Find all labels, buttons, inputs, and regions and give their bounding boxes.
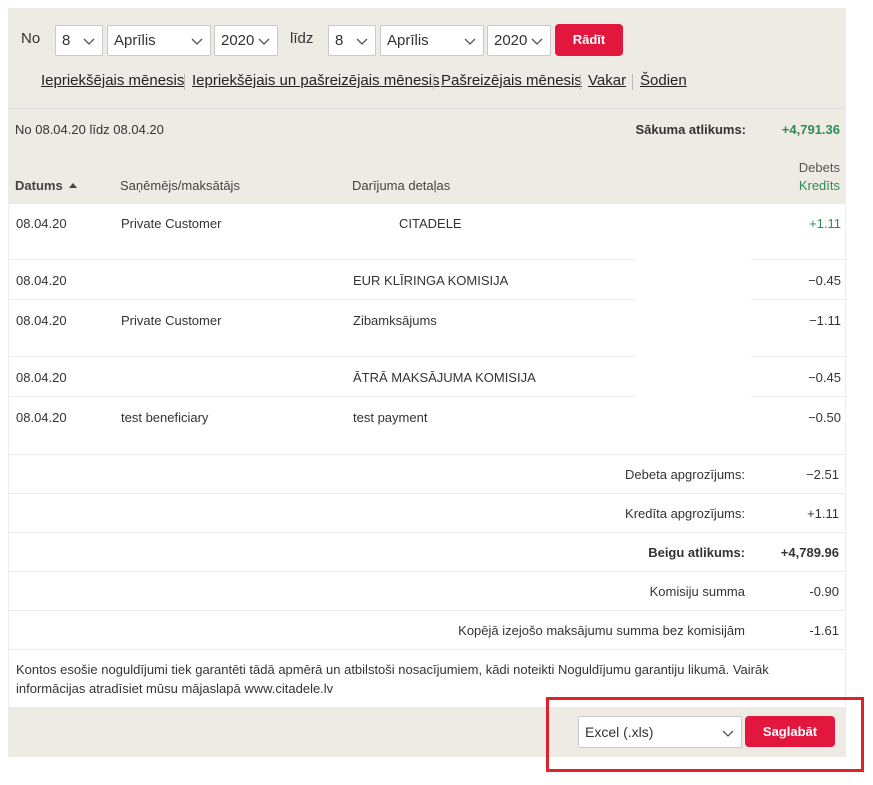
transaction-date: 08.04.20: [16, 216, 67, 231]
row-divider: [9, 299, 635, 300]
closing-balance-value: +4,789.96: [780, 545, 839, 560]
transaction-details: Zibamksājums: [353, 313, 437, 328]
transaction-details: ĀTRĀ MAKSĀJUMA KOMISIJA: [353, 370, 536, 385]
chevron-down-icon: [191, 38, 203, 45]
transactions-table: 08.04.20 Private Customer CITADELE +1.11…: [8, 204, 847, 454]
from-day-select[interactable]: 8: [55, 25, 103, 56]
details-column-header: Darījuma detaļas: [352, 178, 451, 193]
chevron-down-icon: [83, 38, 95, 45]
summary-row-credit-turnover: Kredīta apgrozījums: +1.11: [9, 493, 845, 532]
from-month-select[interactable]: Aprīlis: [107, 25, 211, 56]
quick-link-separator: [184, 74, 185, 90]
opening-balance-label: Sākuma atlikums:: [635, 122, 746, 137]
transaction-details: EUR KLĪRINGA KOMISIJA: [353, 273, 509, 288]
account-statement-panel: No 8 Aprīlis 2020 līdz 8 Aprīlis 2020 Rā…: [8, 8, 847, 757]
chevron-down-icon: [464, 38, 476, 45]
transaction-amount: −0.45: [808, 273, 841, 288]
transaction-amount: −0.45: [808, 370, 841, 385]
quick-link-current-month[interactable]: Pašreizējais mēnesis: [441, 72, 582, 89]
quick-link-separator: [580, 74, 581, 90]
quick-link-previous-and-current-month[interactable]: Iepriekšējais un pašreizējais mēnesis: [192, 72, 440, 89]
outgoing-total-label: Kopējā izejošo maksājumu summa bez komis…: [458, 623, 745, 638]
from-day-value: 8: [62, 32, 71, 49]
quick-link-separator: [433, 74, 434, 90]
to-day-value: 8: [335, 32, 344, 49]
quick-link-previous-month[interactable]: Iepriekšējais mēnesis: [41, 72, 184, 89]
closing-balance-label: Beigu atlikums:: [648, 545, 745, 560]
row-divider: [9, 356, 635, 357]
chevron-down-icon: [258, 38, 270, 45]
row-divider: [9, 259, 635, 260]
credit-turnover-value: +1.11: [807, 506, 839, 521]
to-year-select[interactable]: 2020: [487, 25, 551, 56]
to-month-select[interactable]: Aprīlis: [380, 25, 484, 56]
statement-period: No 08.04.20 līdz 08.04.20: [15, 122, 164, 137]
highlight-box: [546, 697, 864, 772]
transaction-details: test payment: [353, 410, 428, 425]
to-year-value: 2020: [494, 32, 528, 49]
from-label: No: [21, 30, 41, 47]
debit-column-header: Debets: [798, 160, 840, 175]
transaction-date: 08.04.20: [16, 313, 67, 328]
credit-turnover-label: Kredīta apgrozījums:: [625, 506, 745, 521]
show-button[interactable]: Rādīt: [555, 24, 623, 56]
transaction-date: 08.04.20: [16, 370, 67, 385]
statement-header: No 08.04.20 līdz 08.04.20 Sākuma atlikum…: [8, 108, 846, 204]
to-month-value: Aprīlis: [387, 32, 429, 49]
quick-link-separator: [632, 74, 633, 90]
transaction-party: Private Customer: [121, 216, 222, 231]
row-divider: [9, 396, 635, 397]
from-year-select[interactable]: 2020: [214, 25, 278, 56]
transaction-amount: −0.50: [808, 410, 841, 425]
sort-ascending-icon: [68, 183, 77, 188]
date-filter-bar: No 8 Aprīlis 2020 līdz 8 Aprīlis 2020 Rā…: [8, 8, 846, 108]
to-day-select[interactable]: 8: [328, 25, 376, 56]
chevron-down-icon: [531, 38, 543, 45]
outgoing-total-value: -1.61: [809, 623, 839, 638]
transaction-date: 08.04.20: [16, 410, 67, 425]
transaction-party: Private Customer: [121, 313, 222, 328]
transaction-date: 08.04.20: [16, 273, 67, 288]
transaction-amount: −1.11: [809, 313, 841, 328]
commission-total-value: -0.90: [809, 584, 839, 599]
quick-link-yesterday[interactable]: Vakar: [588, 72, 626, 89]
summary-row-outgoing-total: Kopējā izejošo maksājumu summa bez komis…: [9, 610, 845, 649]
summary-row-closing-balance: Beigu atlikums: +4,789.96: [9, 532, 845, 571]
opening-balance-value: +4,791.36: [781, 122, 840, 137]
debit-turnover-value: −2.51: [806, 467, 839, 482]
from-year-value: 2020: [221, 32, 255, 49]
commission-total-label: Komisiju summa: [649, 584, 745, 599]
summary-row-debit-turnover: Debeta apgrozījums: −2.51: [9, 454, 845, 493]
row-divider: [751, 356, 847, 357]
from-month-value: Aprīlis: [114, 32, 156, 49]
debit-turnover-label: Debeta apgrozījums:: [625, 467, 745, 482]
quick-link-today[interactable]: Šodien: [640, 72, 687, 89]
to-label: līdz: [290, 30, 314, 47]
party-column-header: Saņēmējs/maksātājs: [120, 178, 240, 193]
summary-row-commission-total: Komisiju summa -0.90: [9, 571, 845, 610]
transaction-details: CITADELE: [399, 216, 462, 231]
date-column-header[interactable]: Datums: [15, 178, 77, 193]
date-column-label: Datums: [15, 178, 63, 193]
credit-column-header: Kredīts: [798, 178, 840, 193]
statement-summary: Debeta apgrozījums: −2.51 Kredīta apgroz…: [8, 454, 846, 649]
transaction-amount: +1.11: [809, 216, 841, 231]
row-divider: [751, 396, 847, 397]
transaction-party: test beneficiary: [121, 410, 209, 425]
chevron-down-icon: [356, 38, 368, 45]
row-divider: [751, 259, 847, 260]
row-divider: [751, 299, 847, 300]
